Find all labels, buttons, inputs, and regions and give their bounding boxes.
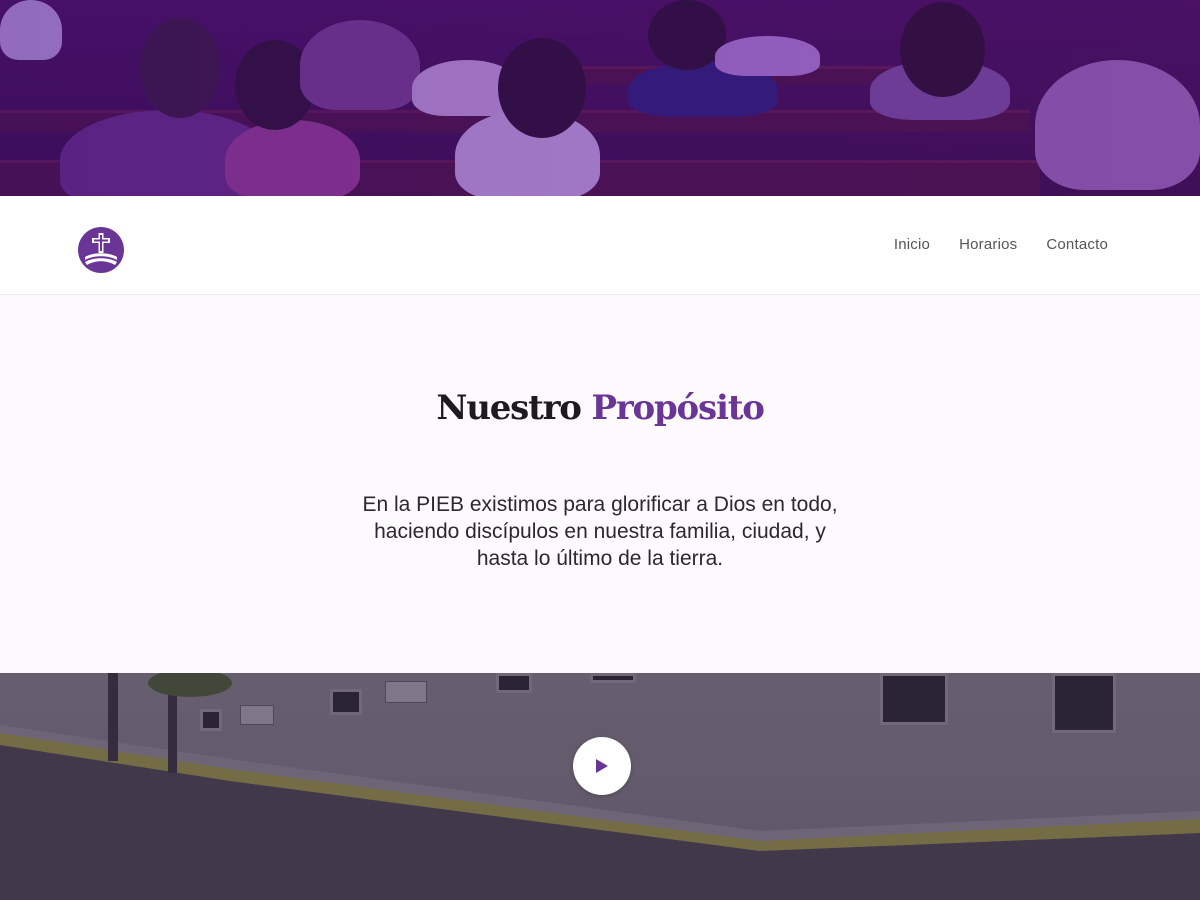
hero-tint-overlay xyxy=(0,0,1200,196)
church-cross-logo-icon[interactable] xyxy=(77,226,125,274)
purpose-title-part1: Nuestro xyxy=(436,388,582,428)
play-icon xyxy=(596,759,608,773)
nav-item-contacto[interactable]: Contacto xyxy=(1046,236,1108,253)
purpose-statement: En la PIEB existimos para glorificar a D… xyxy=(300,491,900,572)
purpose-title: Nuestro Propósito xyxy=(0,388,1200,428)
nav-item-inicio[interactable]: Inicio xyxy=(894,236,930,253)
purpose-text-line: haciendo discípulos en nuestra familia, … xyxy=(374,520,826,543)
main-nav: Inicio Horarios Contacto xyxy=(894,236,1108,253)
purpose-title-part2: Propósito xyxy=(591,388,764,428)
video-play-button[interactable] xyxy=(573,737,631,795)
video-section xyxy=(0,673,1200,900)
site-header: Inicio Horarios Contacto xyxy=(0,196,1200,295)
purpose-section: Nuestro Propósito En la PIEB existimos p… xyxy=(0,295,1200,673)
hero-top-image xyxy=(0,0,1200,196)
purpose-text-line: En la PIEB existimos para glorificar a D… xyxy=(362,493,838,516)
nav-item-horarios[interactable]: Horarios xyxy=(959,236,1017,253)
purpose-text-line: hasta lo último de la tierra. xyxy=(476,547,724,570)
